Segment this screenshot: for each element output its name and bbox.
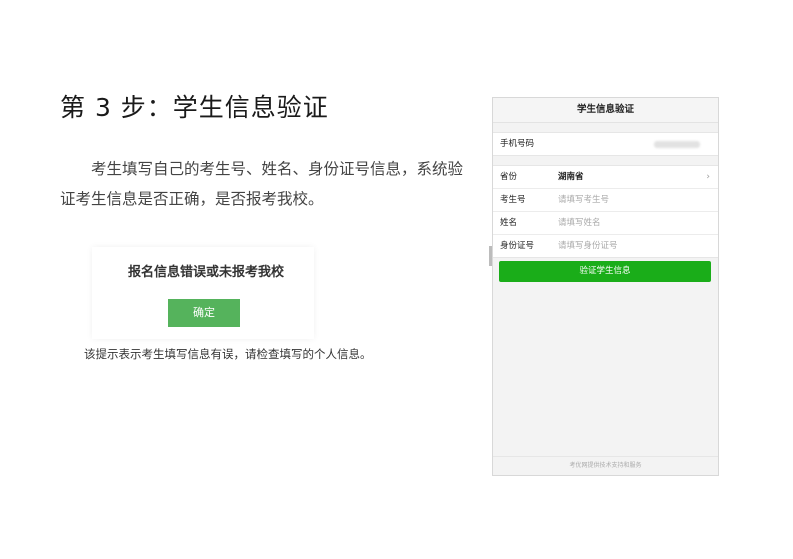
error-message: 报名信息错误或未报考我校: [128, 265, 285, 280]
step-description: 考生填写自己的考生号、姓名、身份证号信息，系统验证考生信息是否正确，是否报考我校…: [60, 160, 464, 208]
province-label: 省份: [500, 172, 518, 182]
masked-phone-number: [654, 141, 700, 148]
id-number-label: 身份证号: [500, 241, 535, 251]
province-value: 湖南省: [558, 172, 584, 182]
phone-number-label: 手机号码: [500, 139, 535, 149]
step-title: 第 3 步：学生信息验证: [60, 93, 329, 122]
phone-footer: 考优网提供技术支持和服务: [493, 456, 718, 475]
error-caption: 该提示表示考生填写信息有误，请检查填写的个人信息。: [84, 347, 372, 361]
phone-number-section: 手机号码: [493, 132, 718, 156]
exam-number-label: 考生号: [500, 195, 526, 205]
name-row[interactable]: 姓名 请填写姓名: [493, 211, 718, 234]
id-number-input[interactable]: 请填写身份证号: [558, 235, 618, 257]
phone-number-row: 手机号码: [493, 133, 718, 155]
confirm-button[interactable]: 确定: [168, 299, 240, 327]
exam-number-row[interactable]: 考生号 请填写考生号: [493, 188, 718, 211]
name-label: 姓名: [500, 218, 518, 228]
student-info-form: 省份 湖南省 › 考生号 请填写考生号 姓名 请填写姓名 身份证号 请填写身份证…: [493, 165, 718, 258]
name-input[interactable]: 请填写姓名: [558, 212, 601, 234]
chevron-right-icon: ›: [706, 172, 710, 182]
verify-student-button[interactable]: 验证学生信息: [499, 261, 711, 282]
phone-header-title: 学生信息验证: [493, 98, 718, 123]
error-dialog: 报名信息错误或未报考我校 确定: [92, 247, 314, 339]
phone-screen: 学生信息验证 手机号码 省份 湖南省 › 考生号 请填写考生号 姓名 请填写姓名…: [492, 97, 719, 476]
id-number-row[interactable]: 身份证号 请填写身份证号: [493, 234, 718, 257]
province-row[interactable]: 省份 湖南省 ›: [493, 166, 718, 188]
exam-number-input[interactable]: 请填写考生号: [558, 189, 609, 211]
